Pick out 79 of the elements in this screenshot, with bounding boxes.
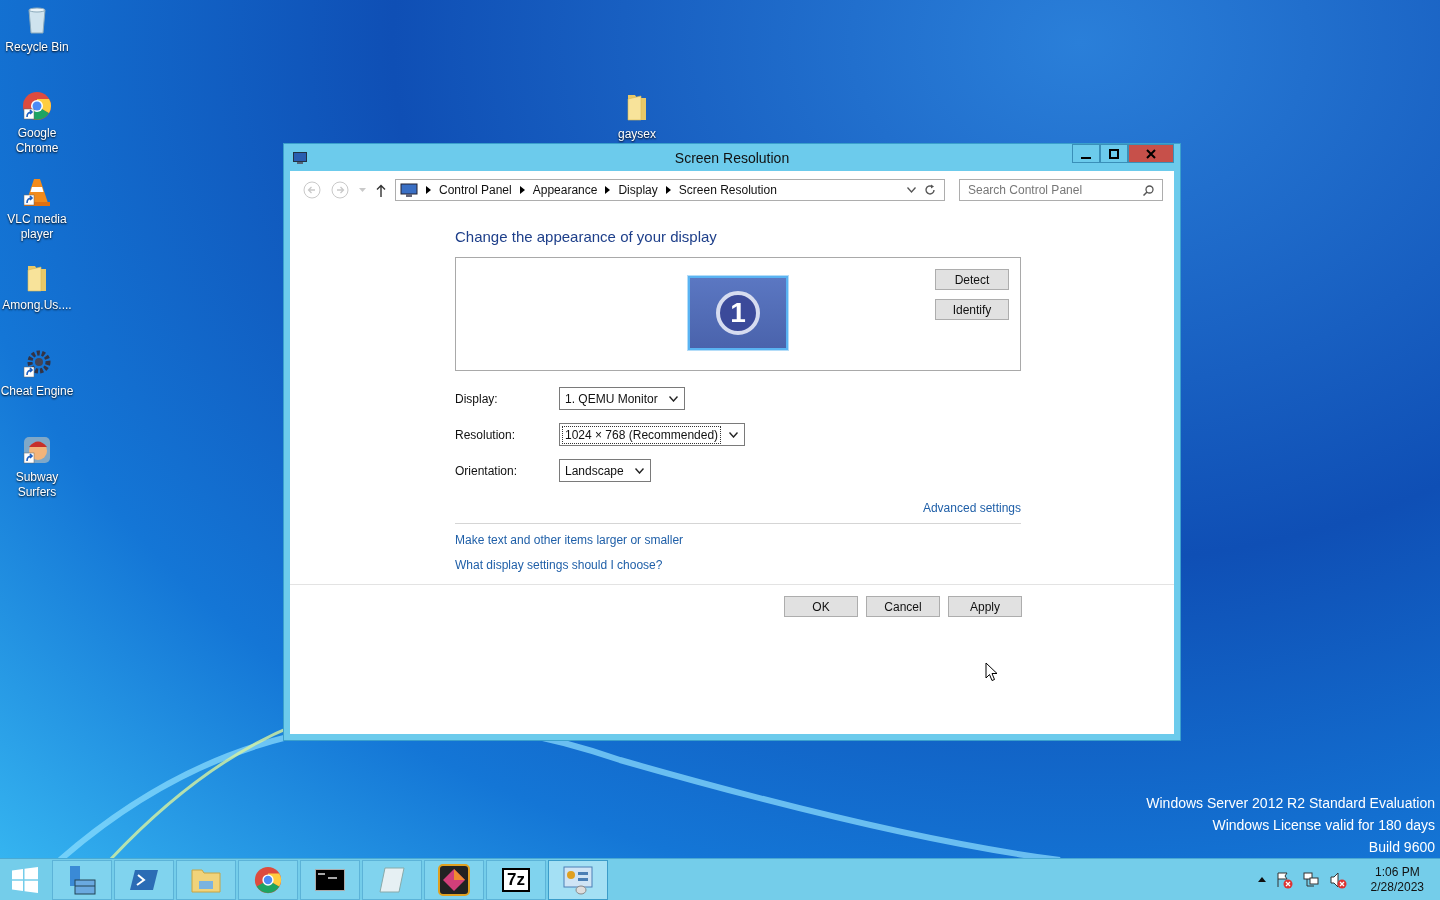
dialog-button[interactable]: OK bbox=[784, 596, 858, 617]
watermark-text: Build 9600 bbox=[1368, 838, 1435, 857]
control-panel-icon bbox=[562, 864, 594, 895]
chevron-down-icon bbox=[634, 467, 644, 474]
desktop-shortcut[interactable]: Subway Surfers bbox=[0, 434, 74, 520]
chevron-right-icon bbox=[426, 186, 431, 194]
breadcrumb-link[interactable]: Screen Resolution bbox=[678, 183, 777, 197]
breadcrumb-link[interactable]: Display bbox=[618, 183, 658, 197]
page-heading: Change the appearance of your display bbox=[455, 228, 718, 245]
up-arrow-icon bbox=[376, 183, 386, 197]
chevron-down-icon bbox=[729, 431, 739, 438]
preview-button[interactable]: Identify bbox=[935, 299, 1009, 320]
field-label: Display: bbox=[455, 391, 499, 406]
watermark-text: Windows License valid for 180 days bbox=[1212, 816, 1435, 835]
desktop-shortcut[interactable]: Recycle Bin bbox=[0, 4, 74, 90]
desktop-shortcut[interactable]: Cheat Engine bbox=[0, 348, 74, 434]
clock-date[interactable]: 2/28/2023 bbox=[1370, 879, 1424, 895]
desktop-shortcut[interactable]: gaysex bbox=[600, 91, 674, 146]
maximize-icon bbox=[1109, 148, 1119, 159]
network-icon[interactable] bbox=[1301, 870, 1320, 889]
desktop-icon-label: Subway Surfers bbox=[14, 470, 60, 500]
window-title: Screen Resolution bbox=[674, 149, 790, 166]
preview-button[interactable]: Detect bbox=[935, 269, 1009, 290]
monitor-number: 1 bbox=[716, 291, 760, 335]
maximize-button[interactable] bbox=[1100, 144, 1128, 163]
search-field[interactable]: Search Control Panel bbox=[959, 179, 1163, 201]
breadcrumb-link[interactable]: Appearance bbox=[532, 183, 598, 197]
archive-app-icon: 7z bbox=[502, 867, 530, 892]
dialog-button[interactable]: Apply bbox=[948, 596, 1022, 617]
terminal-prompt-icon bbox=[129, 867, 159, 892]
desktop-icon-label: Google Chrome bbox=[14, 126, 60, 156]
minimize-icon bbox=[1081, 156, 1091, 159]
desktop-icon-label: Among.Us.... bbox=[2, 298, 72, 313]
search-icon bbox=[1143, 185, 1154, 196]
desktop-shortcut[interactable]: VLC media player bbox=[0, 176, 74, 262]
chevron-right-icon bbox=[519, 186, 525, 194]
chevron-right-icon bbox=[605, 186, 611, 194]
desktop-icon-label: gaysex bbox=[618, 127, 656, 142]
desktop-shortcut[interactable]: Among.Us.... bbox=[0, 262, 74, 348]
desktop-shortcut[interactable]: Google Chrome bbox=[0, 90, 74, 176]
command-prompt-icon bbox=[315, 868, 345, 891]
windows-logo-icon bbox=[12, 866, 38, 893]
help-link[interactable]: What display settings should I choose? bbox=[455, 558, 663, 572]
taskbar-button[interactable]: 7z bbox=[486, 859, 546, 900]
chevron-down-icon[interactable] bbox=[907, 187, 916, 193]
chevron-right-icon bbox=[665, 186, 671, 194]
monitor-icon bbox=[400, 183, 418, 197]
flag-error-icon[interactable] bbox=[1274, 870, 1293, 889]
chevron-down-icon bbox=[668, 395, 678, 402]
refresh-icon[interactable] bbox=[924, 184, 936, 196]
watermark-text: Windows Server 2012 R2 Standard Evaluation bbox=[1146, 794, 1435, 813]
address-bar[interactable]: Control Panel Appearance Display Screen Resolution bbox=[395, 179, 945, 201]
advanced-settings-link[interactable]: Advanced settings bbox=[922, 501, 1021, 515]
taskbar-button[interactable] bbox=[424, 859, 484, 900]
dropdown[interactable]: 1. QEMU Monitor bbox=[559, 387, 685, 410]
mouse-pointer-icon bbox=[985, 662, 998, 682]
muted-speaker-icon[interactable] bbox=[1328, 870, 1347, 889]
close-icon bbox=[1146, 148, 1156, 159]
browser-icon bbox=[253, 864, 283, 895]
notepad-icon bbox=[377, 865, 407, 894]
caret-icon bbox=[359, 187, 366, 193]
show-hidden-icons-icon[interactable] bbox=[1257, 877, 1266, 882]
breadcrumb-link[interactable]: Control Panel bbox=[439, 183, 512, 197]
diamond-app-icon bbox=[438, 863, 470, 896]
monitor-icon bbox=[293, 151, 307, 164]
clock-time[interactable]: 1:06 PM bbox=[1374, 864, 1420, 880]
taskbar-button[interactable] bbox=[300, 859, 360, 900]
monitor-tile[interactable]: 1 bbox=[688, 276, 788, 350]
dropdown[interactable]: Landscape bbox=[559, 459, 651, 482]
desktop-icon-label: Cheat Engine bbox=[0, 384, 74, 399]
field-label: Orientation: bbox=[455, 463, 519, 478]
close-button[interactable] bbox=[1128, 144, 1174, 163]
help-link[interactable]: Make text and other items larger or smaller bbox=[455, 533, 684, 547]
minimize-button[interactable] bbox=[1072, 144, 1100, 163]
dialog-button[interactable]: Cancel bbox=[866, 596, 940, 617]
field-label: Resolution: bbox=[455, 427, 517, 442]
desktop-icon-label: Recycle Bin bbox=[5, 40, 69, 55]
desktop-icon-label: VLC media player bbox=[6, 212, 68, 242]
dropdown[interactable]: 1024 × 768 (Recommended) bbox=[559, 423, 746, 446]
